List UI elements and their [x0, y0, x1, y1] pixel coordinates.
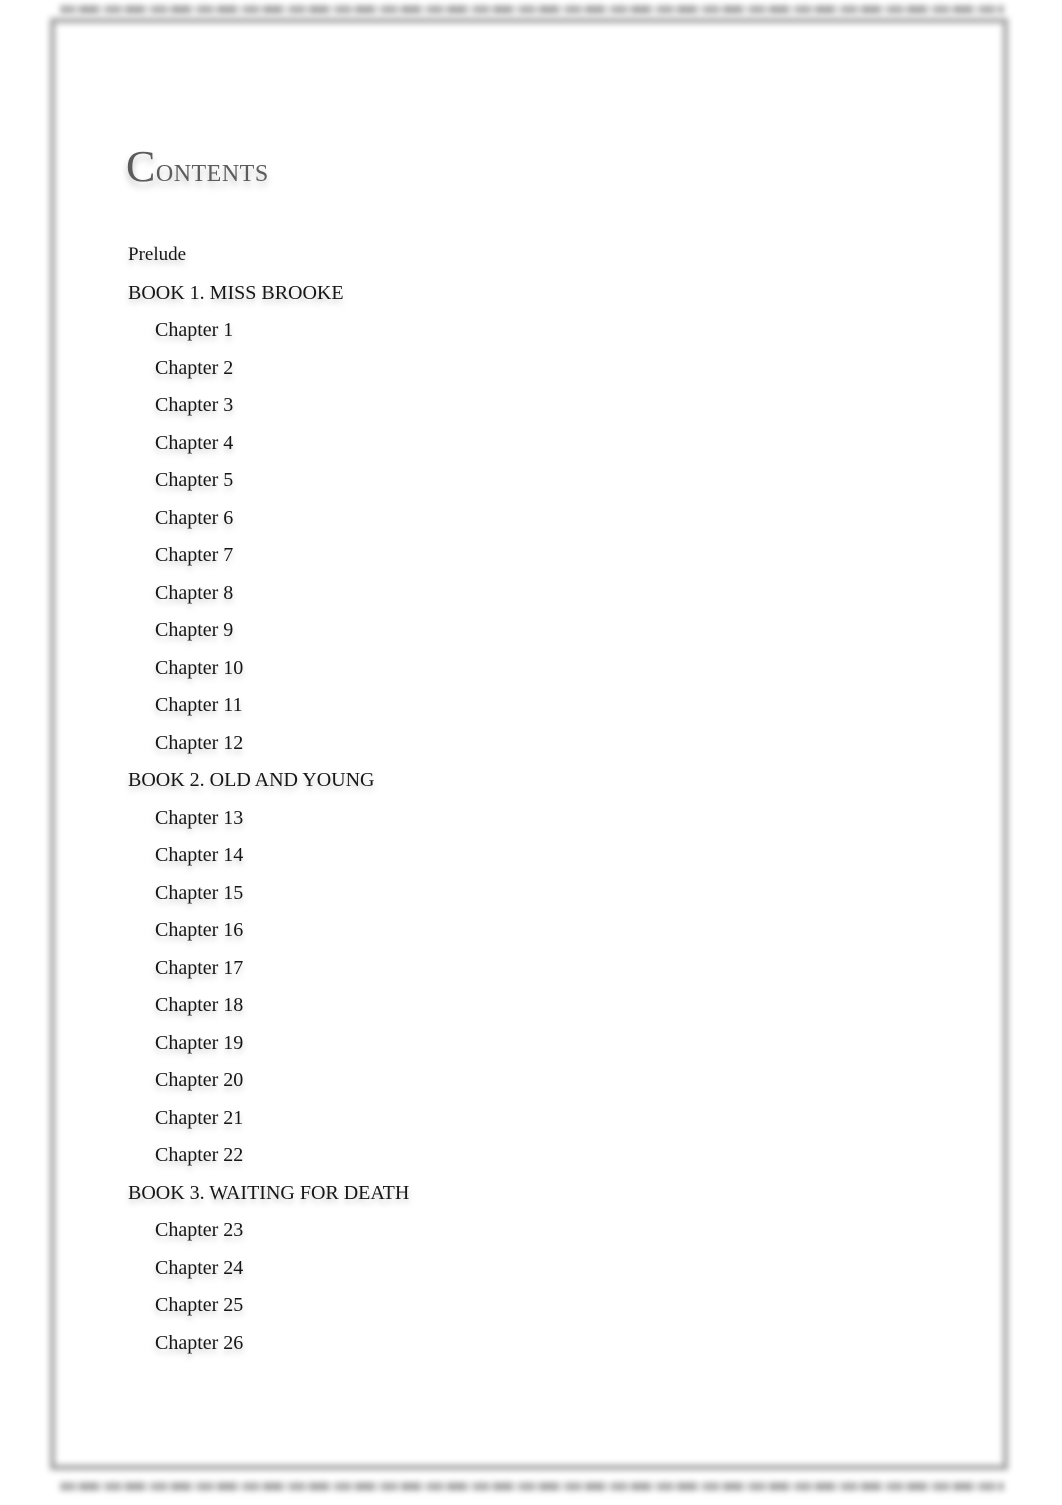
toc-entry-chapter[interactable]: Chapter 10: [0, 653, 1062, 691]
toc-entry-chapter[interactable]: Chapter 13: [0, 803, 1062, 841]
table-of-contents-list: Prelude BOOK 1. MISS BROOKE Chapter 1 Chapt…: [0, 240, 1062, 1365]
toc-entry-chapter[interactable]: Chapter 22: [0, 1140, 1062, 1178]
toc-entry-book[interactable]: BOOK 3. WAITING FOR DEATH: [0, 1178, 1062, 1216]
toc-entry-chapter[interactable]: Chapter 17: [0, 953, 1062, 991]
toc-entry-chapter[interactable]: Chapter 14: [0, 840, 1062, 878]
toc-entry-chapter[interactable]: Chapter 12: [0, 728, 1062, 766]
page-title-rest: ontents: [155, 152, 269, 189]
toc-entry-chapter[interactable]: Chapter 1: [0, 315, 1062, 353]
toc-entry-chapter[interactable]: Chapter 7: [0, 540, 1062, 578]
page-top-edge-artifact: [60, 5, 1004, 14]
toc-entry-chapter[interactable]: Chapter 19: [0, 1028, 1062, 1066]
toc-entry-chapter[interactable]: Chapter 21: [0, 1103, 1062, 1141]
toc-entry-chapter[interactable]: Chapter 15: [0, 878, 1062, 916]
page-bottom-edge-artifact: [60, 1482, 1004, 1491]
toc-entry-front-matter[interactable]: Prelude: [0, 240, 1062, 278]
toc-entry-chapter[interactable]: Chapter 20: [0, 1065, 1062, 1103]
document-page: Contents Prelude BOOK 1. MISS BROOKE Chapt…: [0, 0, 1062, 1505]
toc-entry-chapter[interactable]: Chapter 11: [0, 690, 1062, 728]
toc-entry-book[interactable]: BOOK 2. OLD AND YOUNG: [0, 765, 1062, 803]
toc-entry-chapter[interactable]: Chapter 8: [0, 578, 1062, 616]
toc-entry-chapter[interactable]: Chapter 18: [0, 990, 1062, 1028]
toc-entry-chapter[interactable]: Chapter 2: [0, 353, 1062, 391]
toc-entry-chapter[interactable]: Chapter 25: [0, 1290, 1062, 1328]
toc-entry-chapter[interactable]: Chapter 5: [0, 465, 1062, 503]
toc-entry-chapter[interactable]: Chapter 6: [0, 503, 1062, 541]
toc-entry-chapter[interactable]: Chapter 26: [0, 1328, 1062, 1366]
toc-entry-chapter[interactable]: Chapter 3: [0, 390, 1062, 428]
toc-entry-chapter[interactable]: Chapter 9: [0, 615, 1062, 653]
toc-entry-chapter[interactable]: Chapter 24: [0, 1253, 1062, 1291]
page-title: Contents: [126, 145, 269, 193]
page-title-initial: C: [126, 142, 156, 191]
toc-entry-chapter[interactable]: Chapter 4: [0, 428, 1062, 466]
toc-entry-book[interactable]: BOOK 1. MISS BROOKE: [0, 278, 1062, 316]
toc-entry-chapter[interactable]: Chapter 23: [0, 1215, 1062, 1253]
toc-entry-chapter[interactable]: Chapter 16: [0, 915, 1062, 953]
